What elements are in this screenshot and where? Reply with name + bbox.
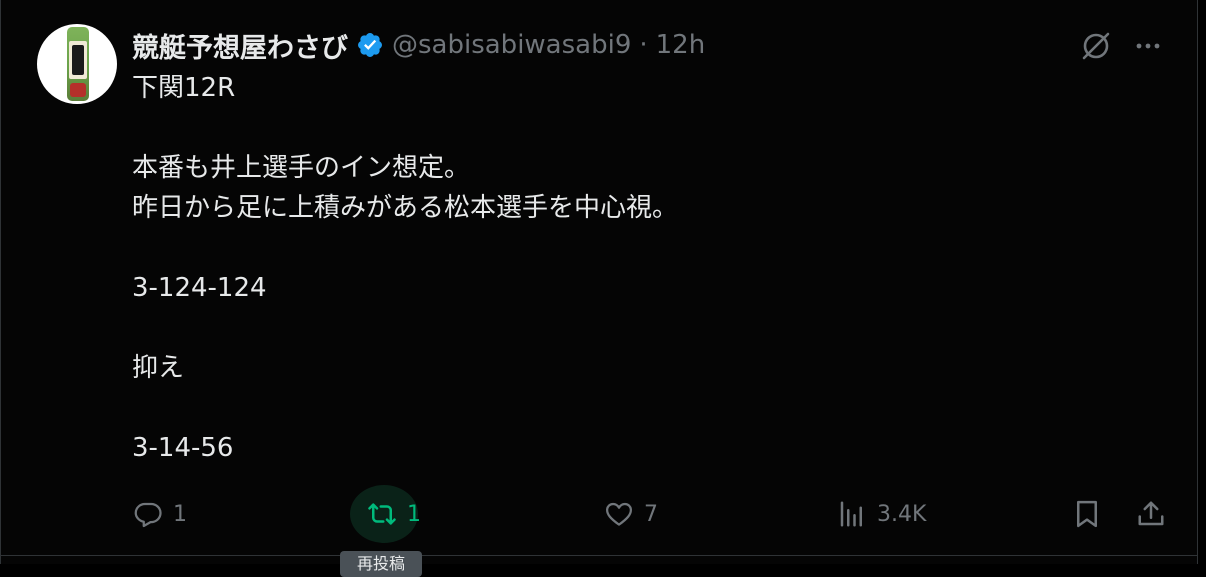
like-count: 7: [644, 501, 658, 527]
bookmark-button[interactable]: [1072, 488, 1102, 540]
more-icon[interactable]: [1131, 29, 1165, 63]
post-text-line: 3-14-56: [132, 433, 234, 463]
separator-dot: ·: [639, 30, 648, 60]
wasabi-tube-image: [67, 27, 89, 101]
post-text-line: [132, 228, 1172, 268]
post-text-line: 下関12R: [132, 73, 236, 103]
views-count: 3.4K: [877, 501, 927, 527]
divider: [1, 555, 1197, 556]
reply-count: 1: [173, 501, 187, 527]
views-chart-icon: [840, 501, 862, 527]
display-name[interactable]: 競艇予想屋わさび: [132, 26, 348, 65]
post-text-line: [132, 308, 1172, 348]
retweet-icon: [368, 503, 396, 525]
post-text-line: 抑え: [132, 353, 185, 383]
post-text-line: 昨日から足に上積みがある松本選手を中心視。: [132, 193, 679, 223]
post-text-line: 本番も井上選手のイン想定。: [132, 153, 471, 183]
heart-icon: [606, 502, 632, 526]
views-button[interactable]: 3.4K: [837, 488, 926, 540]
share-icon: [1138, 501, 1164, 526]
post-text-line: [132, 388, 1172, 428]
post-text: 下関12R 本番も井上選手のイン想定。 昨日から足に上積みがある松本選手を中心視…: [132, 68, 1172, 468]
verified-badge-icon[interactable]: [356, 31, 384, 59]
retweet-count: 1: [407, 501, 421, 527]
bookmark-icon: [1077, 500, 1097, 528]
post-text-line: 3-124-124: [132, 273, 267, 303]
retweet-button[interactable]: 1: [367, 488, 421, 540]
post-card[interactable]: 競艇予想屋わさび @sabisabiwasabi9 · 12h 下関12R 本番…: [0, 0, 1198, 564]
avatar[interactable]: [37, 24, 117, 104]
like-button[interactable]: 7: [604, 488, 658, 540]
post-time[interactable]: 12h: [656, 30, 706, 60]
share-button[interactable]: [1136, 488, 1166, 540]
reply-button[interactable]: 1: [133, 488, 187, 540]
post-text-line: [132, 108, 1172, 148]
reply-icon: [134, 502, 162, 528]
grok-icon[interactable]: [1079, 29, 1113, 63]
retweet-tooltip: 再投稿: [340, 551, 422, 577]
user-handle[interactable]: @sabisabiwasabi9: [392, 30, 631, 60]
post-header: 競艇予想屋わさび @sabisabiwasabi9 · 12h: [132, 25, 705, 65]
